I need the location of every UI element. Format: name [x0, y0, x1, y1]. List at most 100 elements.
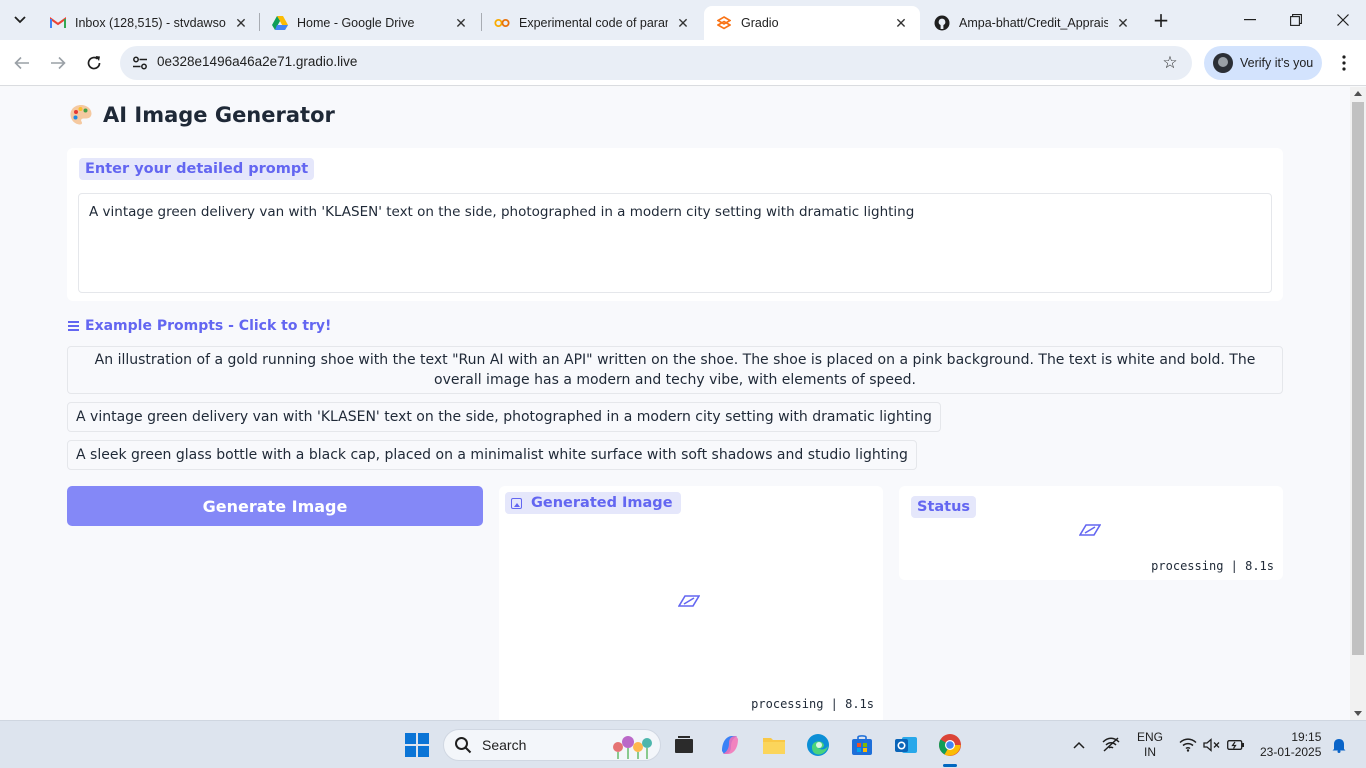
back-button[interactable] — [8, 49, 36, 77]
tab-title: Experimental code of param — [519, 16, 668, 30]
wifi-icon[interactable] — [1179, 721, 1197, 768]
bookmark-star-icon[interactable]: ☆ — [1158, 51, 1182, 75]
search-highlight-flowers-icon — [613, 736, 652, 759]
chevron-down-icon — [14, 16, 26, 24]
gmail-icon — [50, 15, 66, 31]
scroll-down-icon[interactable] — [1354, 711, 1362, 716]
task-view-icon[interactable] — [671, 732, 697, 758]
outlook-icon[interactable] — [893, 732, 919, 758]
language-region: IN — [1144, 745, 1156, 759]
tab-title: Home - Google Drive — [297, 16, 415, 30]
tab-title: Gradio — [741, 16, 779, 30]
notifications-bell-icon[interactable] — [1331, 721, 1347, 768]
colab-icon — [494, 15, 510, 31]
microsoft-store-icon[interactable] — [849, 732, 875, 758]
minimize-icon — [1244, 19, 1256, 21]
close-icon[interactable]: ✕ — [232, 14, 250, 32]
example-prompt-3[interactable]: A sleek green glass bottle with a black … — [67, 440, 917, 470]
tab-search-button[interactable] — [6, 6, 34, 34]
close-icon[interactable]: ✕ — [892, 14, 910, 32]
language-indicator[interactable]: ENG IN — [1137, 721, 1163, 768]
reload-icon — [87, 56, 101, 70]
tab-gradio[interactable]: Gradio ✕ — [704, 6, 920, 40]
google-drive-icon — [272, 15, 288, 31]
file-explorer-icon[interactable] — [761, 732, 787, 758]
browser-toolbar: 0e328e1496a46a2e71.gradio.live ☆ Verify … — [0, 40, 1366, 86]
url-text: 0e328e1496a46a2e71.gradio.live — [157, 54, 358, 69]
windows-taskbar: Search ENG IN 19:15 23-01-2025 — [0, 720, 1366, 768]
tab-google-drive[interactable]: Home - Google Drive ✕ — [260, 6, 480, 40]
language-code: ENG — [1137, 730, 1164, 744]
app-header: AI Image Generator — [69, 103, 335, 127]
close-window-button[interactable] — [1320, 6, 1366, 34]
address-bar[interactable]: 0e328e1496a46a2e71.gradio.live ☆ — [120, 46, 1192, 80]
volume-muted-icon[interactable] — [1203, 721, 1221, 768]
artist-palette-icon — [70, 105, 92, 125]
prompt-label: Enter your detailed prompt — [79, 158, 315, 180]
new-tab-button[interactable]: + — [1150, 8, 1172, 32]
tab-title: Inbox (128,515) - stvdawson — [75, 16, 226, 30]
loading-spinner-icon — [678, 595, 700, 607]
list-icon — [68, 321, 79, 331]
active-app-indicator — [943, 764, 957, 767]
site-info-icon[interactable] — [128, 51, 152, 75]
tab-github[interactable]: Ampa-bhatt/Credit_Apprais ✕ — [922, 6, 1142, 40]
restore-icon — [1290, 14, 1302, 26]
close-icon[interactable]: ✕ — [674, 14, 692, 32]
battery-icon[interactable] — [1227, 721, 1245, 768]
search-icon — [455, 737, 472, 754]
chrome-taskbar-icon[interactable] — [937, 732, 963, 758]
taskbar-search-box[interactable]: Search — [443, 729, 661, 761]
example-prompt-1[interactable]: An illustration of a gold running shoe w… — [67, 346, 1283, 394]
more-vert-icon — [1342, 55, 1346, 71]
image-processing-status: processing | 8.1s — [751, 697, 874, 711]
profile-avatar-icon — [1213, 53, 1233, 73]
examples-heading: Example Prompts - Click to try! — [68, 318, 331, 334]
restore-button[interactable] — [1273, 6, 1319, 34]
network-offline-icon[interactable] — [1101, 721, 1121, 768]
prompt-block: Enter your detailed prompt A vintage gre… — [67, 148, 1283, 301]
clock-time: 19:15 — [1291, 730, 1322, 744]
image-icon — [511, 497, 522, 509]
status-label: Status — [911, 496, 977, 518]
examples-heading-label: Example Prompts - Click to try! — [85, 318, 332, 334]
status-panel: Status processing | 8.1s — [899, 486, 1283, 580]
status-processing-text: processing | 8.1s — [1151, 559, 1274, 573]
verify-label: Verify it's you — [1240, 56, 1314, 70]
clock[interactable]: 19:15 23-01-2025 — [1260, 721, 1321, 768]
tab-title: Ampa-bhatt/Credit_Apprais — [959, 16, 1108, 30]
github-icon — [934, 15, 950, 31]
windows-start-icon[interactable] — [405, 733, 429, 757]
page-title: AI Image Generator — [103, 103, 335, 127]
tab-colab[interactable]: Experimental code of param ✕ — [482, 6, 702, 40]
reload-button[interactable] — [80, 49, 108, 77]
close-icon — [1337, 14, 1349, 26]
browser-menu-button[interactable] — [1332, 49, 1356, 77]
tab-gmail[interactable]: Inbox (128,515) - stvdawson ✕ — [38, 6, 260, 40]
show-hidden-icons-button[interactable] — [1073, 721, 1085, 768]
copilot-icon[interactable] — [717, 732, 743, 758]
gradio-icon — [716, 15, 732, 31]
example-prompt-2[interactable]: A vintage green delivery van with 'KLASE… — [67, 402, 941, 432]
verify-profile-button[interactable]: Verify it's you — [1204, 46, 1322, 80]
page-scrollbar[interactable] — [1350, 87, 1366, 720]
back-arrow-icon — [14, 56, 29, 70]
scroll-up-icon[interactable] — [1354, 91, 1362, 96]
edge-browser-icon[interactable] — [805, 732, 831, 758]
generated-image-label: Generated Image — [505, 492, 681, 514]
tab-strip: Inbox (128,515) - stvdawson ✕ Home - Goo… — [0, 0, 1366, 40]
clock-date: 23-01-2025 — [1260, 745, 1322, 759]
generate-image-button[interactable]: Generate Image — [67, 486, 483, 526]
minimize-button[interactable] — [1227, 6, 1273, 34]
generated-image-panel: Generated Image processing | 8.1s — [499, 486, 883, 720]
gradio-page: AI Image Generator Enter your detailed p… — [0, 87, 1350, 720]
prompt-textarea[interactable]: A vintage green delivery van with 'KLASE… — [78, 193, 1272, 293]
chevron-up-icon — [1073, 741, 1085, 749]
close-icon[interactable]: ✕ — [452, 14, 470, 32]
close-icon[interactable]: ✕ — [1114, 14, 1132, 32]
taskbar-search-placeholder: Search — [482, 737, 527, 753]
scrollbar-thumb[interactable] — [1352, 102, 1364, 655]
loading-spinner-icon — [1079, 524, 1101, 536]
generated-image-label-text: Generated Image — [531, 495, 673, 511]
forward-button[interactable] — [44, 49, 72, 77]
